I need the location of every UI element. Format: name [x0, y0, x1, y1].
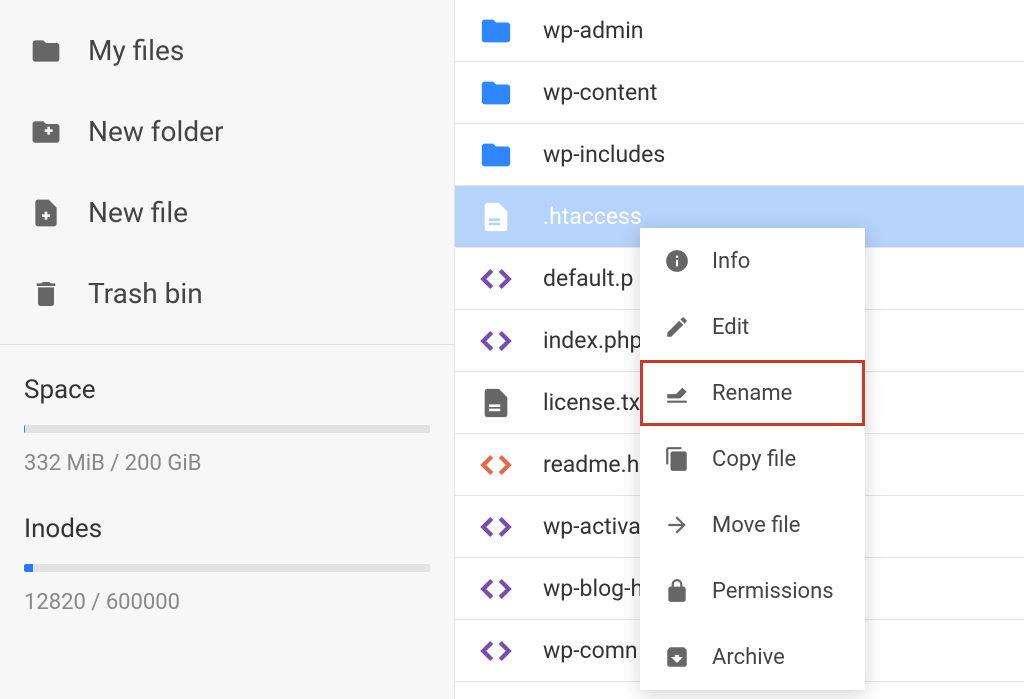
sidebar-nav: My files New folder New file Trash bin [0, 0, 454, 345]
menu-item-label: Edit [712, 315, 749, 340]
menu-item-archive[interactable]: Archive [640, 624, 865, 690]
new-folder-icon [30, 116, 62, 148]
file-name: wp-blog-h [543, 575, 643, 602]
archive-icon [664, 644, 690, 670]
file-name: readme.h [543, 451, 639, 478]
code-icon [479, 448, 513, 482]
stat-inodes-value: 12820 / 600000 [24, 590, 430, 615]
sidebar-item-trash[interactable]: Trash bin [0, 253, 454, 334]
menu-item-edit[interactable]: Edit [640, 294, 865, 360]
file-icon [479, 386, 513, 420]
file-row[interactable]: wp-content [455, 62, 1024, 124]
file-name: .htaccess [543, 203, 642, 230]
move-icon [664, 512, 690, 538]
menu-item-label: Info [712, 249, 750, 274]
file-name: index.php [543, 327, 642, 354]
file-name: wp-activa [543, 513, 641, 540]
file-row[interactable]: wp-includes [455, 124, 1024, 186]
file-name: wp-admin [543, 17, 644, 44]
stat-space: Space 332 MiB / 200 GiB [24, 375, 430, 476]
menu-item-move[interactable]: Move file [640, 492, 865, 558]
menu-item-label: Move file [712, 513, 800, 538]
menu-item-label: Permissions [712, 579, 834, 604]
sidebar-item-my-files[interactable]: My files [0, 10, 454, 91]
file-list: wp-admin wp-content wp-includes .htaccess de… [455, 0, 1024, 699]
stats-panel: Space 332 MiB / 200 GiB Inodes 12820 / 6… [0, 345, 454, 653]
stat-space-label: Space [24, 375, 430, 405]
rename-icon [664, 380, 690, 406]
code-icon [479, 510, 513, 544]
folder-icon [479, 14, 513, 48]
lock-icon [664, 578, 690, 604]
code-icon [479, 634, 513, 668]
code-icon [479, 324, 513, 358]
sidebar-item-label: Trash bin [88, 277, 203, 310]
sidebar-item-label: New file [88, 196, 188, 229]
folder-icon [479, 76, 513, 110]
file-name: wp-comn [543, 637, 638, 664]
folder-icon [30, 35, 62, 67]
new-file-icon [30, 197, 62, 229]
code-icon [479, 262, 513, 296]
sidebar-item-new-folder[interactable]: New folder [0, 91, 454, 172]
file-name: license.tx [543, 389, 640, 416]
menu-item-label: Copy file [712, 447, 796, 472]
stat-space-value: 332 MiB / 200 GiB [24, 451, 430, 476]
menu-item-label: Rename [712, 381, 792, 406]
file-name: default.p [543, 265, 633, 292]
file-name: wp-content [543, 79, 657, 106]
file-name: wp-includes [543, 141, 665, 168]
sidebar: My files New folder New file Trash bin S… [0, 0, 455, 699]
menu-item-label: Archive [712, 645, 785, 670]
code-icon [479, 572, 513, 606]
folder-icon [479, 138, 513, 172]
file-icon [479, 200, 513, 234]
menu-item-info[interactable]: Info [640, 228, 865, 294]
stat-inodes-label: Inodes [24, 514, 430, 544]
file-row[interactable]: wp-admin [455, 0, 1024, 62]
info-icon [664, 248, 690, 274]
menu-item-copy[interactable]: Copy file [640, 426, 865, 492]
context-menu: Info Edit Rename Copy file Move file Per… [640, 228, 865, 690]
sidebar-item-label: New folder [88, 115, 223, 148]
trash-icon [30, 278, 62, 310]
menu-item-permissions[interactable]: Permissions [640, 558, 865, 624]
stat-inodes-bar [24, 564, 430, 572]
stat-inodes: Inodes 12820 / 600000 [24, 514, 430, 615]
edit-icon [664, 314, 690, 340]
copy-icon [664, 446, 690, 472]
sidebar-item-new-file[interactable]: New file [0, 172, 454, 253]
sidebar-item-label: My files [88, 34, 184, 67]
stat-space-bar [24, 425, 430, 433]
menu-item-rename[interactable]: Rename [640, 360, 865, 426]
